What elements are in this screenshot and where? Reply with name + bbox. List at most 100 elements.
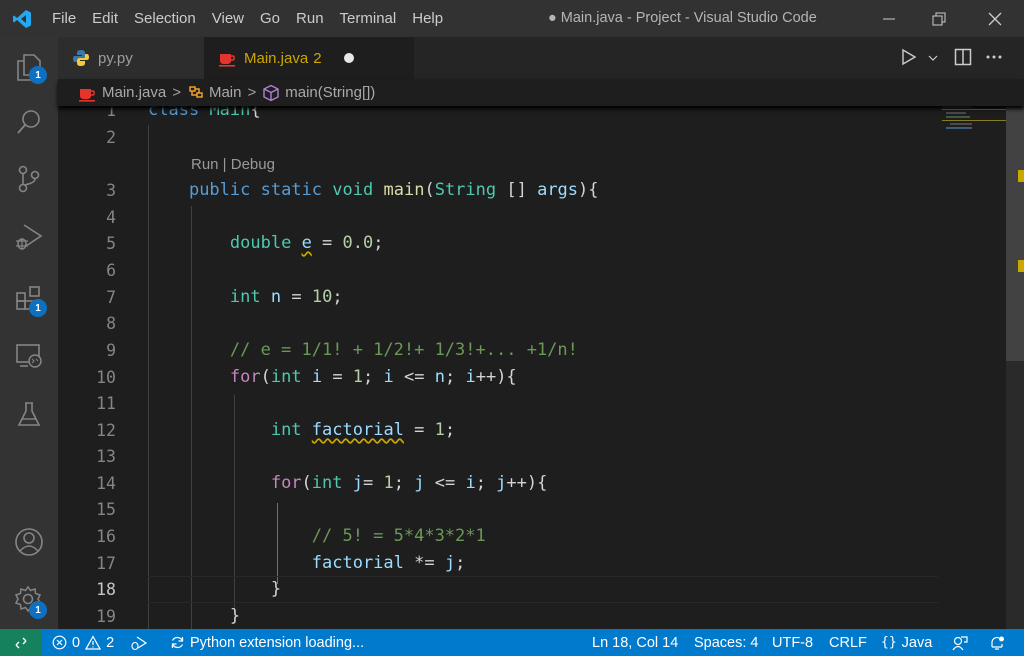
code-line-current: 18 } (58, 576, 938, 603)
minimize-button[interactable] (862, 0, 916, 37)
language-mode[interactable]: {} Java (881, 629, 932, 656)
error-icon (52, 635, 67, 650)
explorer-badge: 1 (29, 66, 47, 84)
line-number: 13 (96, 447, 116, 466)
window-title: ● Main.java - Project - Visual Studio Co… (548, 10, 817, 26)
activity-manage[interactable]: 1 (0, 575, 58, 625)
chevron-right-icon: > (247, 84, 257, 101)
class-icon (189, 85, 203, 98)
run-dropdown[interactable] (928, 50, 938, 68)
line-content: for(int j= 1; j <= i; j++){ (270, 473, 548, 493)
problems-indicator[interactable]: 0 2 (52, 629, 114, 656)
line-number: 7 (106, 288, 116, 307)
activity-testing[interactable] (0, 389, 58, 439)
close-window-button[interactable] (968, 0, 1022, 37)
debug-status[interactable] (130, 629, 148, 656)
menu-view[interactable]: View (204, 10, 252, 27)
encoding[interactable]: UTF-8 (772, 629, 813, 656)
indentation[interactable]: Spaces: 4 (694, 629, 759, 656)
line-number: 18 (96, 580, 116, 599)
remote-indicator[interactable] (0, 629, 42, 656)
breadcrumb-class[interactable]: Main (209, 84, 242, 101)
menu-file[interactable]: File (44, 10, 84, 27)
line-number: 15 (96, 500, 116, 519)
code-line: 19 } (58, 603, 938, 629)
menu-go[interactable]: Go (252, 10, 288, 27)
title-bar: File Edit Selection View Go Run Terminal… (0, 0, 1024, 37)
manage-badge: 1 (29, 601, 47, 619)
python-status-text: Python extension loading... (190, 634, 365, 651)
chevron-down-icon (928, 55, 938, 61)
java-icon (219, 54, 235, 67)
code-line: 8 (58, 310, 938, 337)
line-content: // 5! = 5*4*3*2*1 (148, 526, 486, 546)
line-number: 16 (96, 527, 116, 546)
line-content: factorial *= j; (311, 553, 466, 573)
activity-extensions[interactable]: 1 (0, 274, 58, 324)
line-content: } (148, 606, 241, 626)
cursor-position[interactable]: Ln 18, Col 14 (592, 629, 678, 656)
status-bar: 0 2 Python extension loading... Ln 18, C… (0, 629, 1024, 656)
tab-main-java[interactable]: Main.java 2 (204, 37, 414, 79)
scrollbar-warning-marker (1018, 170, 1024, 182)
menu-terminal[interactable]: Terminal (332, 10, 405, 27)
feedback-button[interactable] (952, 629, 968, 656)
line-number: 5 (106, 234, 116, 253)
line-number: 9 (106, 341, 116, 360)
split-editor-button[interactable] (954, 48, 972, 71)
restore-button[interactable] (912, 0, 966, 37)
python-extension-status[interactable]: Python extension loading... (170, 629, 364, 656)
menu-help[interactable]: Help (404, 10, 451, 27)
activity-explorer[interactable]: 1 (0, 42, 58, 92)
tab-bar: py.py Main.java 2 (58, 37, 1024, 79)
run-button[interactable] (900, 48, 918, 71)
extensions-badge: 1 (29, 299, 47, 317)
error-count: 0 (72, 634, 81, 651)
chevron-right-icon: > (172, 84, 181, 101)
activity-accounts[interactable] (0, 517, 58, 567)
more-actions-button[interactable] (984, 48, 1004, 71)
menu-edit[interactable]: Edit (84, 10, 126, 27)
code-line: 15 (58, 496, 938, 523)
language-text: Java (901, 634, 933, 651)
codelens-run-debug[interactable]: Run | Debug (191, 151, 275, 178)
java-icon (79, 88, 95, 102)
method-cube-icon (263, 84, 279, 101)
minimize-icon (883, 18, 895, 19)
line-content: public static void main(String [] args){ (188, 180, 599, 200)
code-line: 4 (58, 204, 938, 231)
sync-icon (171, 636, 184, 649)
notifications-button[interactable] (989, 629, 1005, 656)
menu-run[interactable]: Run (288, 10, 332, 27)
search-icon (17, 110, 40, 134)
code-line: 9 // e = 1/1! + 1/2!+ 1/3!+... +1/n! (58, 337, 938, 364)
split-editor-icon (954, 48, 972, 66)
code-line: 7 int n = 10; (58, 284, 938, 311)
breadcrumb-method[interactable]: main(String[]) (285, 84, 375, 101)
code-line: 11 (58, 390, 938, 417)
line-number: 10 (96, 368, 116, 387)
breadcrumb-file[interactable]: Main.java (102, 84, 166, 101)
tab-py-py[interactable]: py.py (58, 37, 204, 79)
code-editor[interactable]: 1 class Main{ 2 Run | Debug 3 public sta… (58, 98, 938, 629)
restore-icon (932, 12, 946, 25)
activity-run-debug[interactable] (0, 212, 58, 262)
activity-search[interactable] (0, 97, 58, 147)
code-line: 12 int factorial = 1; (58, 417, 938, 444)
menu-selection[interactable]: Selection (126, 10, 204, 27)
line-content: } (148, 579, 282, 599)
remote-icon (15, 637, 27, 648)
line-content: // e = 1/1! + 1/2!+ 1/3!+... +1/n! (148, 340, 578, 360)
unsaved-dot-icon[interactable] (343, 53, 354, 63)
menu-bar: File Edit Selection View Go Run Terminal… (44, 10, 451, 27)
eol-text: CRLF (829, 634, 867, 651)
line-number: 12 (96, 421, 116, 440)
activity-source-control[interactable] (0, 154, 58, 204)
run-debug-icon (131, 636, 148, 650)
activity-remote-explorer[interactable] (0, 331, 58, 381)
scrollbar-thumb[interactable] (1006, 106, 1024, 361)
end-of-line[interactable]: CRLF (829, 629, 867, 656)
line-number: 6 (106, 261, 116, 280)
line-content: double e = 0.0; (229, 233, 384, 253)
cursor-position-text: Ln 18, Col 14 (592, 634, 679, 651)
